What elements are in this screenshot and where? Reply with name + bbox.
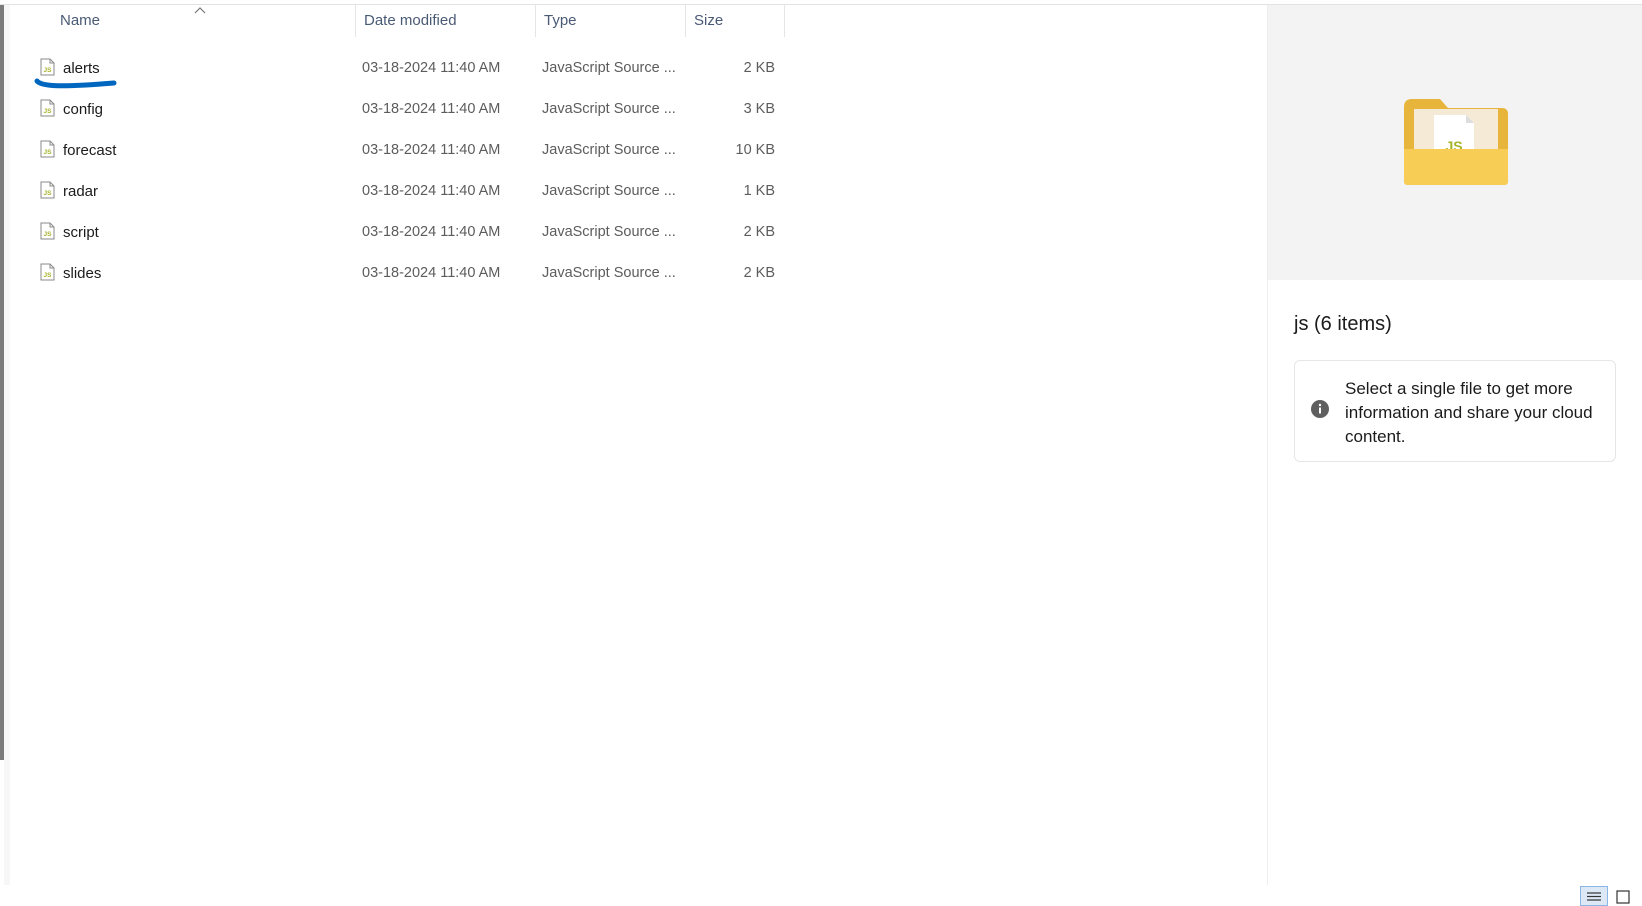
preview-area: JS xyxy=(1268,5,1642,280)
file-name: radar xyxy=(63,183,99,200)
file-type: JavaScript Source ... xyxy=(542,183,676,199)
details-view-button[interactable] xyxy=(1580,886,1608,906)
svg-text:JS: JS xyxy=(44,149,53,156)
file-size: 2 KB xyxy=(743,265,775,281)
status-bar xyxy=(0,885,1642,906)
large-icons-view-icon xyxy=(1616,890,1630,904)
info-icon xyxy=(1311,400,1329,418)
file-type: JavaScript Source ... xyxy=(542,60,676,76)
file-row-forecast[interactable]: JS forecast 03-18-2024 11:40 AM JavaScript … xyxy=(10,130,800,171)
details-title: js (6 items) xyxy=(1294,313,1392,335)
js-file-icon: JS xyxy=(40,181,55,199)
file-size: 2 KB xyxy=(743,60,775,76)
file-row-radar[interactable]: JS radar 03-18-2024 11:40 AM JavaScript Sou… xyxy=(10,171,800,212)
js-file-icon: JS xyxy=(40,263,55,281)
svg-text:JS: JS xyxy=(44,231,53,238)
file-date-modified: 03-18-2024 11:40 AM xyxy=(362,60,501,76)
js-file-icon: JS xyxy=(40,58,55,76)
file-size: 2 KB xyxy=(743,224,775,240)
file-list: JS alerts 03-18-2024 11:40 AM JavaScript So… xyxy=(10,48,800,294)
annotation-underline xyxy=(34,78,117,89)
details-view-icon xyxy=(1587,892,1601,901)
file-name: config xyxy=(63,101,104,118)
column-header-date-modified[interactable]: Date modified xyxy=(355,5,535,37)
file-row-slides[interactable]: JS slides 03-18-2024 11:40 AM JavaScript So… xyxy=(10,253,800,294)
js-file-icon: JS xyxy=(40,99,55,117)
folder-icon: JS xyxy=(1404,99,1508,185)
svg-text:JS: JS xyxy=(44,272,53,279)
file-date-modified: 03-18-2024 11:40 AM xyxy=(362,142,501,158)
file-size: 3 KB xyxy=(743,101,775,117)
file-name: forecast xyxy=(63,142,117,159)
column-header-name[interactable]: Name xyxy=(52,5,355,37)
file-type: JavaScript Source ... xyxy=(542,101,676,117)
js-file-icon: JS xyxy=(40,140,55,158)
svg-text:JS: JS xyxy=(44,190,53,197)
file-list-pane: Name Date modified Type Size JS alerts 03-… xyxy=(10,5,1267,885)
file-row-config[interactable]: JS config 03-18-2024 11:40 AM JavaScript So… xyxy=(10,89,800,130)
file-name: script xyxy=(63,224,99,241)
details-pane: JS js (6 items) Select a single file to … xyxy=(1268,5,1642,885)
file-date-modified: 03-18-2024 11:40 AM xyxy=(362,101,501,117)
file-type: JavaScript Source ... xyxy=(542,224,676,240)
file-date-modified: 03-18-2024 11:40 AM xyxy=(362,265,501,281)
file-name: slides xyxy=(63,265,102,282)
info-card: Select a single file to get more informa… xyxy=(1294,360,1616,462)
file-row-alerts[interactable]: JS alerts 03-18-2024 11:40 AM JavaScript So… xyxy=(10,48,800,89)
file-size: 10 KB xyxy=(735,142,776,158)
file-type: JavaScript Source ... xyxy=(542,142,676,158)
large-icons-view-button[interactable] xyxy=(1612,886,1634,906)
file-type: JavaScript Source ... xyxy=(542,265,676,281)
file-row-script[interactable]: JS script 03-18-2024 11:40 AM JavaScript So… xyxy=(10,212,800,253)
column-header-row: Name Date modified Type Size xyxy=(10,5,1267,37)
file-date-modified: 03-18-2024 11:40 AM xyxy=(362,183,501,199)
file-date-modified: 03-18-2024 11:40 AM xyxy=(362,224,501,240)
column-header-type[interactable]: Type xyxy=(535,5,685,37)
column-header-size[interactable]: Size xyxy=(685,5,785,37)
svg-text:JS: JS xyxy=(44,67,53,74)
svg-text:JS: JS xyxy=(44,108,53,115)
file-size: 1 KB xyxy=(743,183,775,199)
js-file-icon: JS xyxy=(40,222,55,240)
info-message: Select a single file to get more informa… xyxy=(1345,379,1593,446)
